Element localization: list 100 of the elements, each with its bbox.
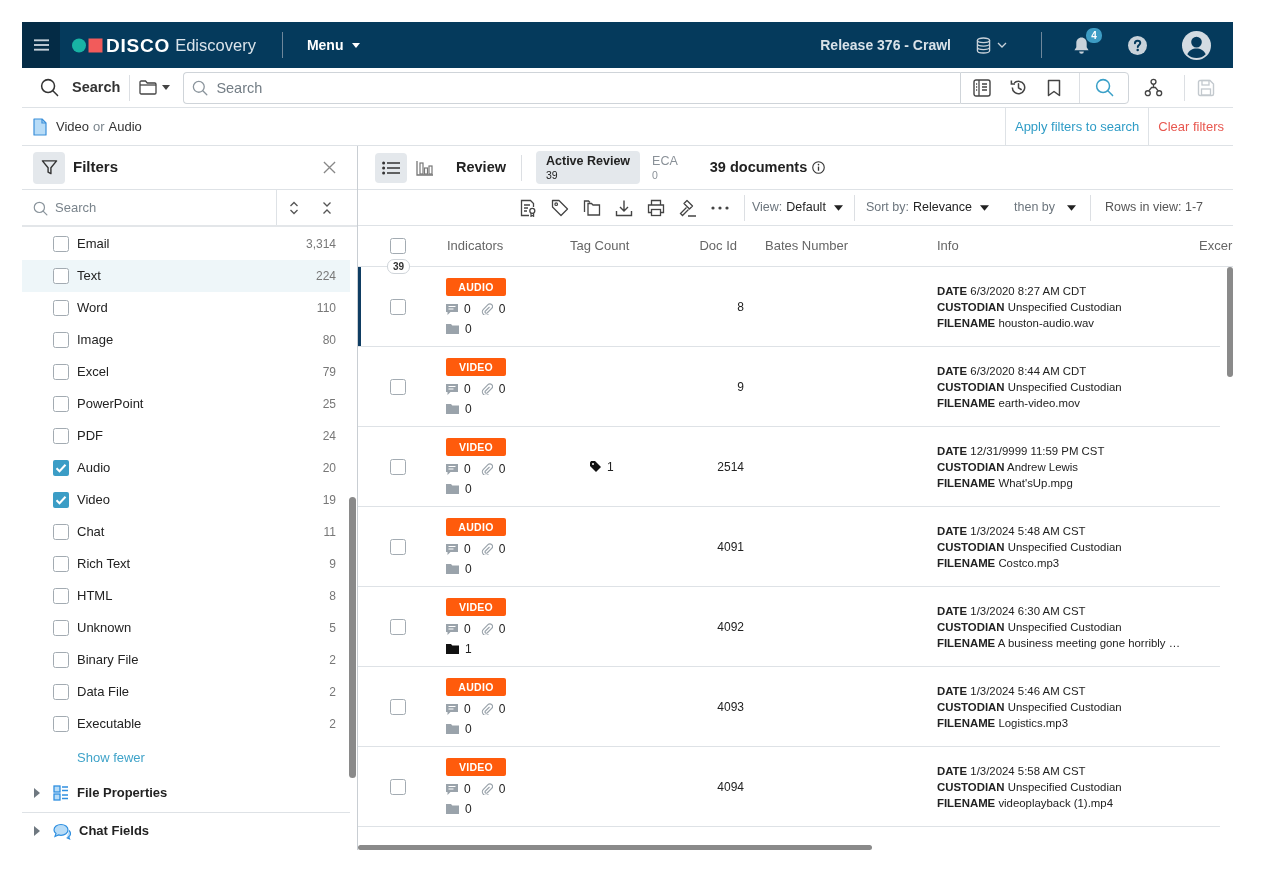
checkbox[interactable] <box>390 238 406 254</box>
checkbox[interactable] <box>390 538 406 555</box>
expand-all-icon[interactable] <box>288 200 299 215</box>
gavel-icon[interactable] <box>678 198 697 217</box>
column-header[interactable]: Info <box>928 236 1190 256</box>
checkbox[interactable] <box>53 428 69 444</box>
checkbox[interactable] <box>390 458 406 475</box>
filter-row[interactable]: HTML 8 <box>22 580 350 612</box>
table-row[interactable]: VIDEO 0 0 1 4092 DATE 1/3/2024 6:30 AM CST CUSTODIAN Unspecified Custodian FILENAME A business meeting gone horribly … <box>358 587 1220 667</box>
column-header[interactable]: Excer <box>1190 236 1233 256</box>
table-row[interactable]: VIDEO 0 0 0 1 2514 DATE 12/31/9999 11:59 PM CST CUSTODIAN Andrew Lewis FILENAME What'sUp.mpg <box>358 427 1220 507</box>
filter-count: 25 <box>322 396 336 413</box>
filter-row[interactable]: Audio 20 <box>22 452 350 484</box>
checkbox[interactable] <box>390 698 406 715</box>
notebook-icon[interactable] <box>973 78 991 97</box>
checkbox[interactable] <box>53 492 69 508</box>
dropdown-button[interactable]: then by <box>1014 198 1077 217</box>
filter-row[interactable]: Word 110 <box>22 292 350 324</box>
panel-title: Filters <box>73 157 119 178</box>
comment-count: 0 <box>464 702 471 716</box>
file-type-badge: VIDEO <box>446 758 506 776</box>
section-title: Chat Fields <box>79 822 150 841</box>
search-icon[interactable] <box>1094 78 1114 97</box>
table-row[interactable]: VIDEO 0 0 0 4094 DATE 1/3/2024 5:58 AM CST CUSTODIAN Unspecified Custodian FILENAME videoplayback (1).mp4 <box>358 747 1220 827</box>
checkbox[interactable] <box>53 460 69 476</box>
bookmark-icon[interactable] <box>1047 78 1061 97</box>
filter-row[interactable]: Excel 79 <box>22 356 350 388</box>
filter-button[interactable] <box>33 151 65 184</box>
caret-icon[interactable] <box>34 787 40 798</box>
checkbox[interactable] <box>53 556 69 572</box>
document-icon <box>33 117 47 136</box>
checkbox[interactable] <box>53 588 69 604</box>
folder-dropdown[interactable] <box>139 80 171 95</box>
checkbox[interactable] <box>53 332 69 348</box>
scrollbar-thumb[interactable] <box>358 845 872 850</box>
checkbox[interactable] <box>390 298 406 315</box>
checkbox[interactable] <box>53 236 69 252</box>
folder-count: 0 <box>465 802 472 816</box>
column-header[interactable]: Bates Number <box>756 236 928 256</box>
column-header[interactable]: Tag Count <box>561 236 656 256</box>
tag-icon <box>590 461 601 472</box>
filter-row[interactable]: PDF 24 <box>22 420 350 452</box>
tag-icon[interactable] <box>550 198 569 217</box>
close-icon[interactable] <box>323 161 336 174</box>
column-header[interactable]: Indicators <box>438 236 561 256</box>
collapse-all-icon[interactable] <box>321 200 332 215</box>
filter-row[interactable]: Email 3,314 <box>22 228 350 260</box>
filter-row[interactable]: Executable 2 <box>22 708 350 740</box>
clear-filters-link[interactable]: Clear filters <box>1148 108 1233 145</box>
filter-row[interactable]: Text 224 <box>22 260 350 292</box>
filter-row[interactable]: Rich Text 9 <box>22 548 350 580</box>
filter-row[interactable]: PowerPoint 25 <box>22 388 350 420</box>
bar-chart-icon <box>416 159 434 176</box>
table-row[interactable]: VIDEO 0 0 0 9 DATE 6/3/2020 8:44 AM CDT CUSTODIAN Unspecified Custodian FILENAME earth-video.mov <box>358 347 1220 427</box>
checkbox[interactable] <box>53 684 69 700</box>
checkbox[interactable] <box>53 364 69 380</box>
checkbox[interactable] <box>390 378 406 395</box>
dropdown-button[interactable]: Sort by: Relevance <box>865 198 990 217</box>
info-icon[interactable] <box>812 161 826 174</box>
table-row[interactable]: AUDIO 0 0 0 4093 DATE 1/3/2024 5:46 AM CST CUSTODIAN Unspecified Custodian FILENAME Logistics.mp3 <box>358 667 1220 747</box>
database-dropdown[interactable] <box>976 36 1007 54</box>
filter-label: PDF <box>77 427 104 446</box>
column-header[interactable]: Doc Id <box>656 236 756 256</box>
info-line: CUSTODIAN Unspecified Custodian <box>937 779 1123 795</box>
dropdown-button[interactable]: View: Default <box>751 198 843 217</box>
checkbox[interactable] <box>53 716 69 732</box>
table-row[interactable]: AUDIO 0 0 0 4091 DATE 1/3/2024 5:48 AM CST CUSTODIAN Unspecified Custodian FILENAME Costco.mp3 <box>358 507 1220 587</box>
document-ribbon-icon[interactable] <box>518 198 537 217</box>
checkbox[interactable] <box>53 300 69 316</box>
filter-label: Audio <box>77 459 112 478</box>
checkbox[interactable] <box>53 620 69 636</box>
bell-icon[interactable] <box>1073 35 1090 55</box>
filter-row[interactable]: Image 80 <box>22 324 350 356</box>
scrollbar-thumb[interactable] <box>1227 267 1233 377</box>
checkbox[interactable] <box>53 268 69 284</box>
hierarchy-icon[interactable] <box>1144 78 1163 97</box>
search-field[interactable]: Search <box>183 71 960 104</box>
checkbox[interactable] <box>53 524 69 540</box>
scrollbar-thumb[interactable] <box>349 497 356 778</box>
checkbox[interactable] <box>53 652 69 668</box>
history-icon[interactable] <box>1008 78 1028 97</box>
info-line: CUSTODIAN Unspecified Custodian <box>937 699 1123 715</box>
print-icon[interactable] <box>646 198 665 217</box>
filter-row[interactable]: Unknown 5 <box>22 612 350 644</box>
avatar-icon[interactable] <box>1182 30 1211 60</box>
help-icon[interactable] <box>1128 35 1147 55</box>
review-tab[interactable]: Active Review 39 <box>536 150 641 185</box>
filter-row[interactable]: Video 19 <box>22 484 350 516</box>
download-icon[interactable] <box>614 198 633 217</box>
menu-dropdown[interactable]: Menu <box>306 34 361 56</box>
caret-icon[interactable] <box>34 826 40 836</box>
filter-row[interactable]: Data File 2 <box>22 676 350 708</box>
checkbox[interactable] <box>53 396 69 412</box>
folders-icon[interactable] <box>582 198 601 217</box>
checkbox[interactable] <box>390 778 406 795</box>
checkbox[interactable] <box>390 618 406 635</box>
list-view-button[interactable] <box>375 152 407 183</box>
menu-button[interactable] <box>22 22 60 68</box>
filter-row[interactable]: Binary File 2 <box>22 644 350 676</box>
filter-row[interactable]: Chat 11 <box>22 516 350 548</box>
